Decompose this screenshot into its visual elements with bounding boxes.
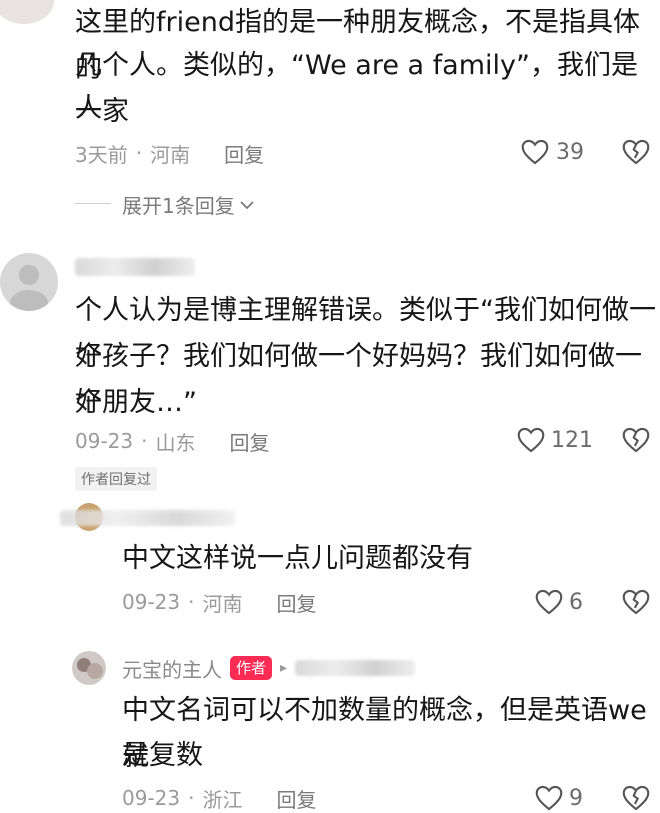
reply-location: 河南 (202, 591, 243, 616)
expand-replies-label: 展开1条回复 (122, 194, 235, 218)
chevron-down-icon (239, 198, 255, 212)
reply-button[interactable]: 回复 (224, 139, 264, 168)
comment-meta: 09-23 · 山东 回复 (75, 427, 269, 455)
username-blurred[interactable] (75, 258, 195, 276)
reply-time: 09-23 (122, 786, 181, 810)
broken-heart-icon[interactable] (622, 139, 650, 165)
username[interactable]: 元宝的主人 (122, 654, 222, 683)
comment-meta: 3天前 · 河南 回复 (75, 139, 264, 167)
reply-meta: 09-23 · 浙江 回复 (122, 784, 316, 812)
reply-header: 元宝的主人 作者 ▸ (122, 654, 416, 683)
comment-location: 河南 (150, 142, 191, 167)
meta-separator: · (188, 590, 195, 614)
reply-meta: 09-23 · 河南 回复 (122, 588, 316, 616)
comment-time: 3天前 (75, 142, 128, 167)
reply-location: 浙江 (202, 787, 243, 812)
comment-time: 09-23 (75, 429, 134, 453)
avatar[interactable] (0, 253, 58, 311)
broken-heart-icon[interactable] (622, 785, 650, 811)
author-badge: 作者 (230, 656, 273, 680)
like-count: 9 (569, 786, 583, 811)
reply-to-arrow-icon: ▸ (280, 660, 288, 676)
comment-text-line: 好朋友…” (75, 387, 197, 418)
heart-icon[interactable] (521, 139, 549, 165)
comment-text-line: 人 (75, 93, 102, 124)
expand-replies-button[interactable]: 展开1条回复 (122, 190, 255, 219)
reply-target-blurred[interactable] (295, 660, 416, 676)
meta-separator: · (141, 429, 148, 453)
reply-text: 中文这样说一点儿问题都没有 (122, 543, 473, 574)
meta-separator: · (135, 141, 143, 165)
avatar[interactable] (0, 0, 54, 24)
like-count: 6 (569, 590, 583, 615)
reply-button[interactable]: 回复 (229, 427, 269, 456)
reply-text-line: 是复数 (122, 740, 203, 771)
reply-button[interactable]: 回复 (276, 784, 316, 813)
expand-divider (75, 203, 111, 204)
heart-icon[interactable] (535, 589, 563, 615)
broken-heart-icon[interactable] (622, 427, 650, 453)
meta-separator: · (188, 786, 195, 810)
reply-time: 09-23 (122, 590, 181, 614)
reply-button[interactable]: 回复 (276, 588, 316, 617)
author-replied-tag: 作者回复过 (75, 467, 157, 491)
comment-location: 山东 (155, 430, 196, 455)
username-blurred[interactable] (60, 510, 235, 526)
like-count: 39 (556, 140, 584, 165)
comment-text-line: 几个人。类似的，“We are a family”，我们是一家 (75, 50, 638, 127)
avatar[interactable] (72, 651, 106, 685)
like-count: 121 (551, 428, 593, 453)
broken-heart-icon[interactable] (622, 589, 650, 615)
heart-icon[interactable] (535, 785, 563, 811)
heart-icon[interactable] (517, 427, 545, 453)
